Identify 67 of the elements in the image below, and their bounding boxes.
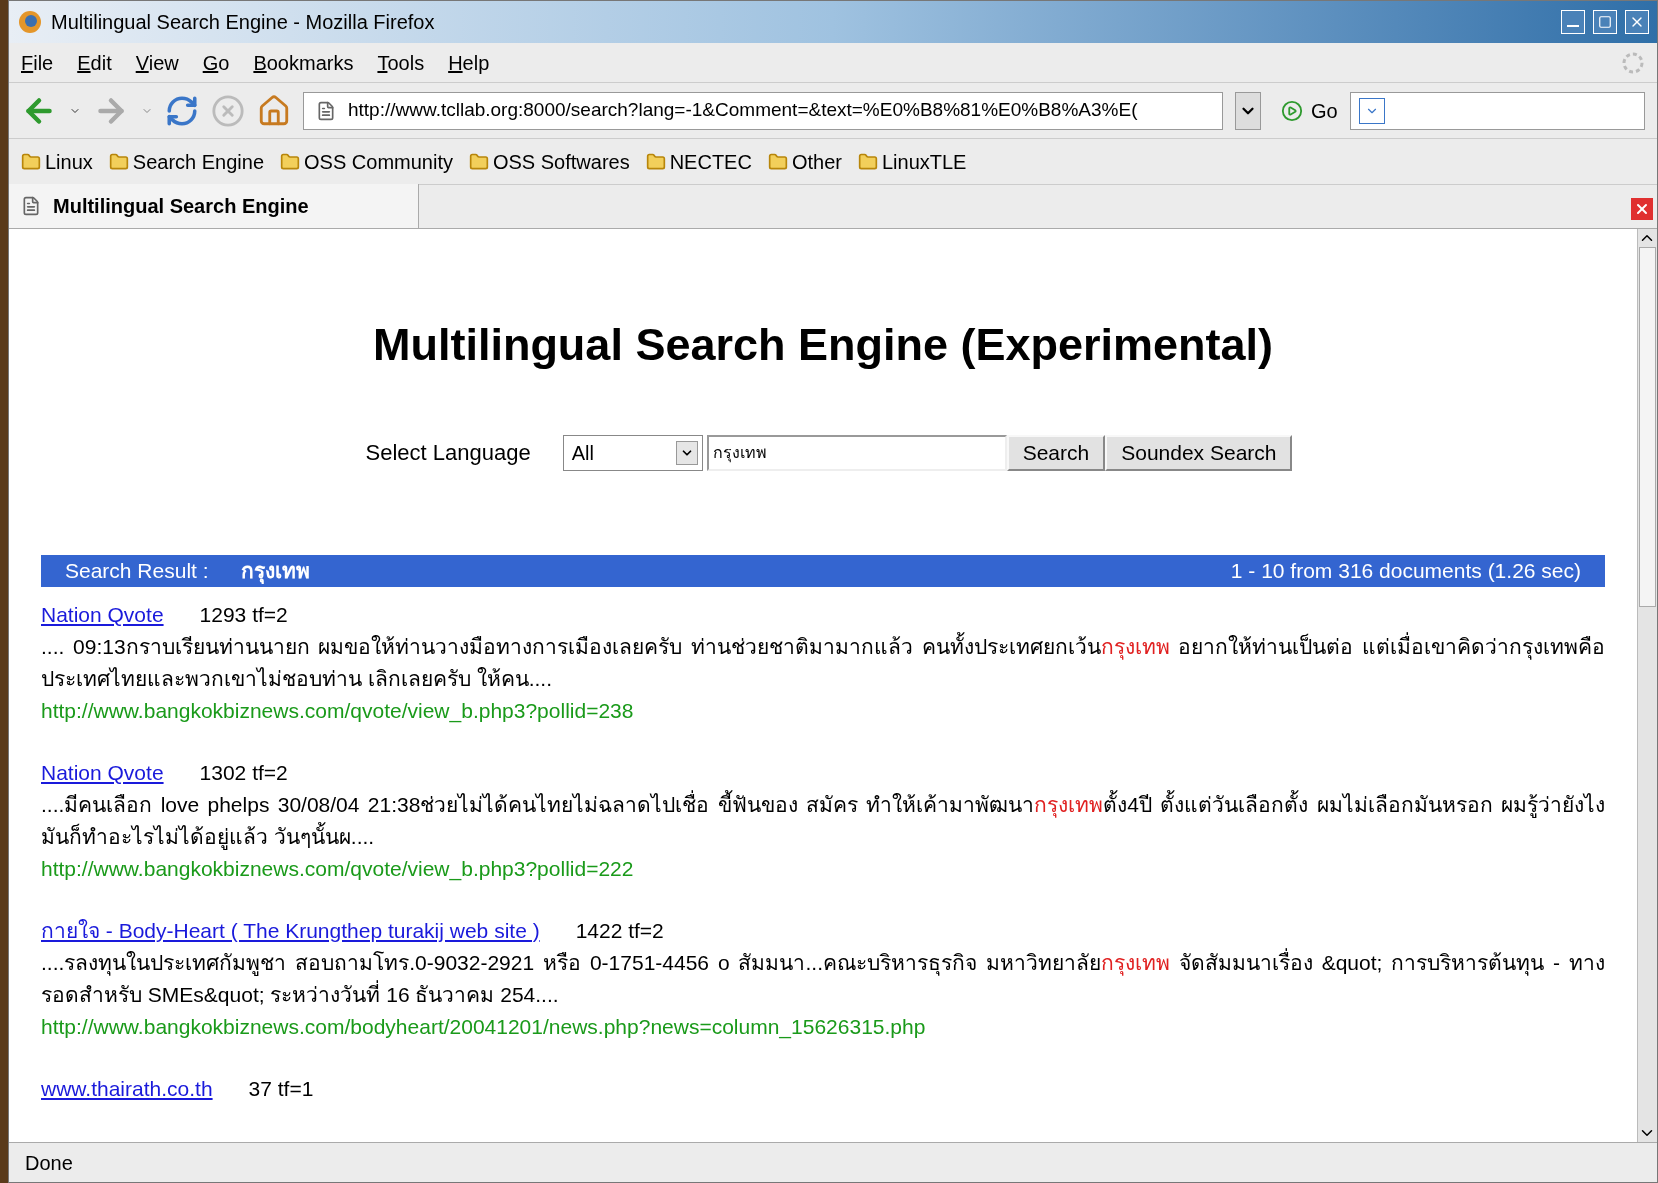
search-button[interactable]: Search <box>1006 434 1106 471</box>
minimize-button[interactable] <box>1561 10 1585 34</box>
maximize-button[interactable] <box>1593 10 1617 34</box>
result-label: Search Result : <box>65 557 209 584</box>
result-title-link[interactable]: www.thairath.co.th <box>41 1072 213 1105</box>
language-label: Select Language <box>365 439 531 467</box>
folder-icon <box>108 151 129 172</box>
bookmark-folder[interactable]: Linux <box>21 146 93 177</box>
result-meta: 1302 tf=2 <box>199 759 288 786</box>
result-title-link[interactable]: Nation Qvote <box>41 598 164 631</box>
address-dropdown-button[interactable] <box>1235 91 1261 130</box>
result-meta: 1293 tf=2 <box>199 601 288 628</box>
menu-item[interactable]: Bookmarks <box>253 47 354 78</box>
minimize-icon <box>1567 25 1579 27</box>
maximize-icon <box>1598 15 1612 29</box>
result-url: http://www.bangkokbiznews.com/qvote/view_b.php3?pollid=238 <box>41 697 635 725</box>
close-tab-button[interactable] <box>1631 198 1653 220</box>
home-icon <box>257 93 291 128</box>
query-field[interactable]: กรุงเทพ <box>706 434 1007 471</box>
menu-item[interactable]: Tools <box>377 47 425 78</box>
menu-item[interactable]: File <box>21 47 54 78</box>
menu-item[interactable]: View <box>135 47 179 78</box>
result-summary: 1 - 10 from 316 documents (1.26 sec) <box>1230 557 1581 584</box>
result-title-link[interactable]: กายใจ - Body-Heart ( The Krungthep turakij web site ) <box>41 914 540 947</box>
folder-icon <box>280 151 300 172</box>
menu-item[interactable]: Edit <box>77 47 112 78</box>
result-snippet: .... 09:13กราบเรียนท่านนายก ผมขอให้ท่านวางมือทางการเมืองเลยครับ ท่านช่วยชาติมามากแล้ว คนทั้งประเทศยกเว้นกรุงเทพ อยากให้ท่านเป็นต่อ แต่เมื่อเขาคิดว่ากรุงเทพคือประเทศไทยและพวกเขาไม่ชอบท่าน เลิกเลยครับ ให้คน.... <box>41 631 1605 692</box>
result-meta: 37 tf=1 <box>248 1075 314 1102</box>
throbber-icon <box>1621 50 1645 75</box>
folder-icon <box>767 151 788 172</box>
window-title: Multilingual Search Engine - Mozilla Firefox <box>51 10 435 35</box>
folder-icon <box>645 151 666 172</box>
bookmark-folder[interactable]: OSS Softwares <box>468 146 630 177</box>
page-heading: Multilingual Search Engine (Experimental) <box>371 318 1275 372</box>
search-button[interactable]: Soundex Search <box>1105 434 1293 471</box>
page-icon <box>316 100 336 121</box>
result-query: กรุงเทพ <box>240 557 310 586</box>
address-field[interactable]: http://www.tcllab.org:8000/search?lang=-1&Comment=&text=%E0%B8%81%E0%B8%A3%E( <box>303 91 1223 130</box>
page-icon <box>21 196 41 216</box>
close-button[interactable] <box>1625 10 1649 34</box>
bookmark-folder[interactable]: Search Engine <box>108 146 264 177</box>
menu-item[interactable]: Help <box>448 47 490 78</box>
bookmark-folder[interactable]: LinuxTLE <box>857 146 967 177</box>
stop-icon <box>211 93 245 128</box>
folder-icon <box>857 151 878 172</box>
close-icon <box>1634 201 1650 217</box>
tab[interactable]: Multilingual Search Engine <box>9 184 419 228</box>
bookmark-folder[interactable]: NECTEC <box>645 146 752 177</box>
menu-item[interactable]: Go <box>202 47 230 78</box>
search-field[interactable] <box>1349 91 1645 130</box>
language-select[interactable]: All <box>562 434 703 471</box>
folder-icon <box>468 151 489 172</box>
firefox-icon <box>17 9 43 35</box>
result-meta: 1422 tf=2 <box>575 917 664 944</box>
result-url: http://www.bangkokbiznews.com/bodyheart/20041201/news.php?news=column_15626315.php <box>41 1013 927 1041</box>
result-url: http://www.bangkokbiznews.com/qvote/view_b.php3?pollid=222 <box>41 855 635 883</box>
bookmark-folder[interactable]: OSS Community <box>280 146 453 177</box>
result-snippet: ....รลงทุนในประเทศกัมพูชา สอบถามโทร.0-9032-2921 หรือ 0-1751-4456 o สัมมนา...คณะบริหารธุรกิจ มหาวิทยาลัยกรุงเทพ จัดสัมมนาเรื่อง &quot; การบริหารต้นทุน - ทางรอดสำหรับ SMEs&quot; ระหว่างวันที่ 16 ธันวาคม 254.... <box>41 947 1605 1008</box>
result-snippet: ....มีคนเลือก love phelps 30/08/04 21:38ช่วยไม่ได้คนไทยไม่ฉลาดไปเชื่อ ขี้ฟันของ สมัคร ทำให้เค้ามาพัฒนากรุงเทพตั้ง4ปี ตั้งแต่วันเลือกตั้ง ผมไม่เลือกมันหรอก ผมรู้ว่ายังไงมันก็ทำอะไรไม่ได้อยู่แล้ว วันๆนั้นผ.... <box>41 789 1605 852</box>
bookmark-folder[interactable]: Other <box>767 146 842 177</box>
folder-icon <box>21 151 41 172</box>
go-icon <box>1281 99 1303 122</box>
home-button[interactable] <box>257 93 291 128</box>
go-button[interactable]: Go <box>1281 95 1338 126</box>
result-title-link[interactable]: Nation Qvote <box>41 756 164 789</box>
status-text: Done <box>25 1150 73 1176</box>
scrollbar[interactable] <box>1637 229 1657 1142</box>
